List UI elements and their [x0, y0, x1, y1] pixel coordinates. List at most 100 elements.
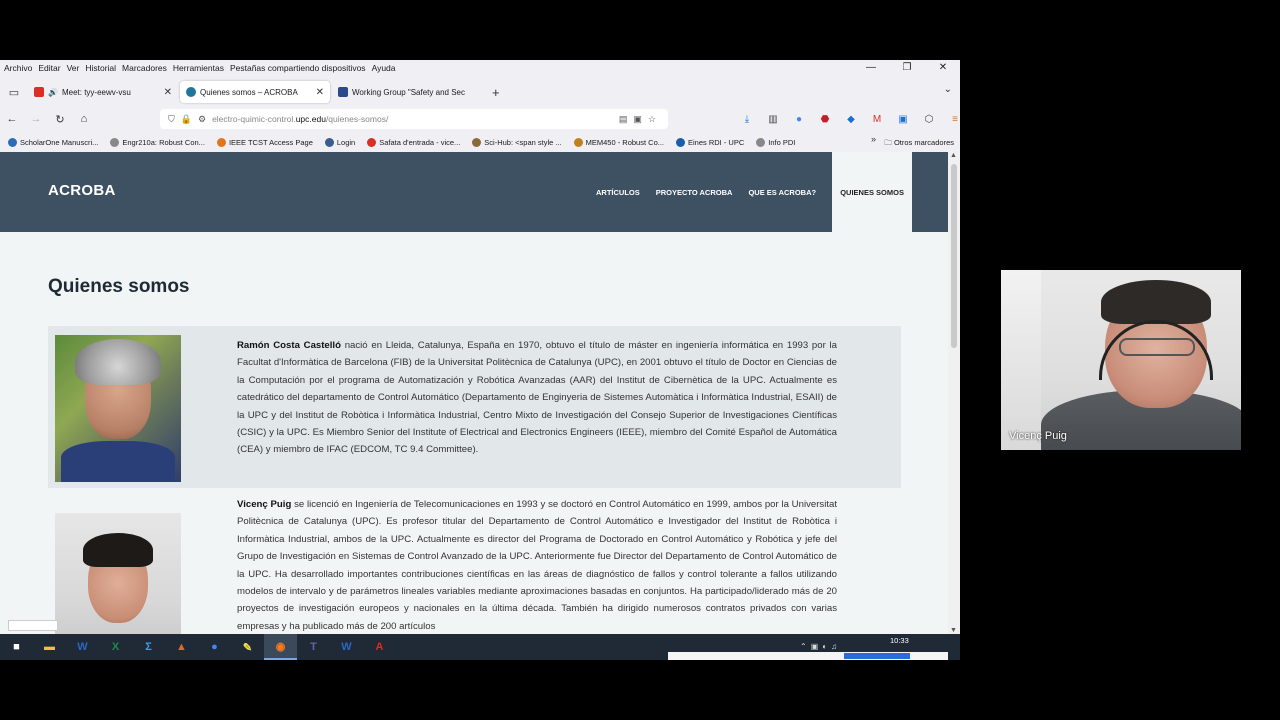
notes-icon[interactable]: ✎	[231, 634, 264, 660]
site-header: ACROBA ARTÍCULOS PROYECTO ACROBA QUE ES …	[0, 152, 948, 232]
other-bookmarks-folder[interactable]: 🗀 Otros marcadores	[884, 137, 954, 150]
word-icon-2[interactable]: W	[330, 634, 363, 660]
reader-bookmark-icons[interactable]: ▤▣☆	[619, 114, 662, 125]
scroll-up-icon[interactable]: ▲	[950, 152, 957, 159]
site-nav: ARTÍCULOS PROYECTO ACROBA QUE ES ACROBA?…	[588, 152, 913, 232]
shield-icon[interactable]: ⛉	[168, 114, 175, 125]
menu-ver[interactable]: Ver	[67, 63, 80, 73]
windows-start-icon[interactable]: ■	[0, 634, 33, 660]
menu-archivo[interactable]: Archivo	[4, 63, 32, 73]
nav-proyecto-acroba[interactable]: PROYECTO ACROBA	[648, 152, 741, 232]
participant-name: Vicenç Puig	[1009, 430, 1067, 442]
home-icon[interactable]: ⌂	[72, 113, 96, 125]
bookmark-item[interactable]: Login	[324, 137, 355, 147]
find-input[interactable]	[8, 620, 58, 631]
member-photo	[55, 335, 181, 482]
bookmark-icon	[676, 137, 685, 147]
menu-ayuda[interactable]: Ayuda	[372, 63, 396, 73]
close-window-button[interactable]: ✕	[928, 60, 958, 76]
gmail-icon[interactable]: M	[864, 114, 890, 125]
navigation-bar: ← → ↻ ⌂ ⛉ 🔒 ⚙ electro-quimic-control. upc…	[0, 108, 960, 130]
page-title: Quienes somos	[48, 276, 190, 297]
menu-herramientas[interactable]: Herramientas	[173, 63, 224, 73]
minimize-button[interactable]: —	[856, 60, 886, 76]
extensions-icon[interactable]: ⬡	[916, 114, 942, 125]
wordpress-favicon-icon	[186, 87, 196, 97]
calendar-icon[interactable]: ▣	[890, 114, 916, 125]
tab-overview-icon[interactable]: ▭	[0, 86, 28, 99]
lock-icon[interactable]: 🔒	[181, 114, 192, 125]
nav-articulos[interactable]: ARTÍCULOS	[588, 152, 648, 232]
sidebar-icon[interactable]: ▥	[760, 114, 786, 125]
bookmark-item[interactable]: Info PDI	[756, 137, 795, 147]
member-bio: Vicenç Puig se licenció en Ingeniería de…	[237, 499, 837, 632]
window-controls: — ❐ ✕	[852, 60, 960, 76]
scroll-thumb[interactable]	[951, 164, 957, 348]
tab-working-group[interactable]: Working Group "Safety and Sec	[332, 81, 482, 103]
system-tray-icons[interactable]: ⌃▣◐♫	[800, 642, 841, 651]
nav-quienes-somos[interactable]: QUIENES SOMOS	[832, 152, 913, 232]
chrome-ext-icon[interactable]: ●	[786, 114, 812, 125]
bookmark-item[interactable]: Eines RDI - UPC	[676, 137, 744, 147]
more-bookmarks-icon[interactable]: »	[871, 134, 876, 144]
firefox-icon[interactable]: ◉	[264, 634, 297, 660]
tab-quienes-somos[interactable]: Quienes somos – ACROBA ✕	[180, 81, 330, 103]
url-path: /quienes-somos/	[325, 114, 389, 124]
menu-historial[interactable]: Historial	[85, 63, 116, 73]
video-tile[interactable]: Vicenç Puig	[1001, 270, 1241, 450]
back-arrow-icon[interactable]: ←	[0, 113, 24, 125]
member-photo	[55, 513, 181, 634]
tab-list-chevron-icon[interactable]: ⌄	[944, 84, 952, 95]
bookmark-icon	[573, 137, 583, 147]
menu-marcadores[interactable]: Marcadores	[122, 63, 167, 73]
ext-diamond-icon[interactable]: ◆	[838, 114, 864, 125]
gmail-bookmark-icon	[367, 137, 377, 147]
web-page: ACROBA ARTÍCULOS PROYECTO ACROBA QUE ES …	[0, 152, 948, 634]
new-tab-icon[interactable]: +	[492, 85, 500, 100]
working-group-favicon-icon	[338, 87, 348, 97]
site-logo[interactable]: ACROBA	[48, 182, 116, 199]
bookmark-item[interactable]: Engr210a: Robust Con...	[110, 137, 205, 147]
restore-button[interactable]: ❐	[892, 60, 922, 76]
extension-icons: ⤓ ▥ ● ⬣ ◆ M ▣ ⬡ ≡	[734, 108, 960, 130]
menu-icon[interactable]: ≡	[942, 114, 960, 125]
globe-icon	[756, 137, 766, 147]
permissions-icon[interactable]: ⚙	[198, 114, 206, 125]
menu-editar[interactable]: Editar	[38, 63, 60, 73]
acrobat-icon[interactable]: A	[363, 634, 396, 660]
bookmark-icon	[8, 137, 17, 147]
word-icon[interactable]: W	[66, 634, 99, 660]
scroll-down-icon[interactable]: ▼	[950, 627, 957, 634]
bookmark-icon	[472, 137, 482, 147]
matlab-icon[interactable]: ▲	[165, 634, 198, 660]
page-scrollbar[interactable]: ▲ ▼	[948, 152, 960, 634]
member-bio: Ramón Costa Castelló nació en Lleida, Ca…	[237, 340, 837, 456]
address-bar[interactable]: ⛉ 🔒 ⚙ electro-quimic-control. upc.edu/qui…	[160, 109, 668, 129]
close-tab-icon[interactable]: ✕	[164, 87, 172, 98]
notification-strip	[668, 652, 948, 660]
taskbar-clock[interactable]: 10:33	[890, 636, 909, 645]
nav-que-es-acroba[interactable]: QUE ES ACROBA?	[740, 152, 824, 232]
member-card: Ramón Costa Castelló nació en Lleida, Ca…	[48, 326, 901, 488]
member-card: Vicenç Puig se licenció en Ingeniería de…	[48, 492, 901, 634]
bookmark-item[interactable]: ScholarOne Manuscri...	[8, 137, 98, 147]
speaker-icon[interactable]: 🔊	[48, 88, 58, 97]
sigma-app-icon[interactable]: Σ	[132, 634, 165, 660]
download-icon[interactable]: ⤓	[734, 114, 760, 125]
chrome-icon[interactable]: ●	[198, 634, 231, 660]
ublock-icon[interactable]: ⬣	[812, 114, 838, 125]
menu-pestanas[interactable]: Pestañas compartiendo dispositivos	[230, 63, 366, 73]
reload-icon[interactable]: ↻	[48, 113, 72, 126]
excel-icon[interactable]: X	[99, 634, 132, 660]
bookmark-item[interactable]: MEM450 - Robust Co...	[573, 137, 664, 147]
tab-meet[interactable]: 🔊 Meet: tyy-eewv-vsu ✕	[28, 81, 178, 103]
file-explorer-icon[interactable]: ▬	[33, 634, 66, 660]
bookmark-item[interactable]: Sci-Hub: <span style ...	[472, 137, 562, 147]
teams-icon[interactable]: T	[297, 634, 330, 660]
bookmark-item[interactable]: Safata d'entrada - vice...	[367, 137, 460, 147]
tab-title: Working Group "Safety and Sec	[352, 87, 465, 97]
bookmark-item[interactable]: IEEE TCST Access Page	[216, 137, 313, 147]
url-domain: upc.edu	[295, 114, 326, 124]
forward-arrow-icon[interactable]: →	[24, 113, 48, 125]
close-tab-icon[interactable]: ✕	[316, 87, 324, 98]
